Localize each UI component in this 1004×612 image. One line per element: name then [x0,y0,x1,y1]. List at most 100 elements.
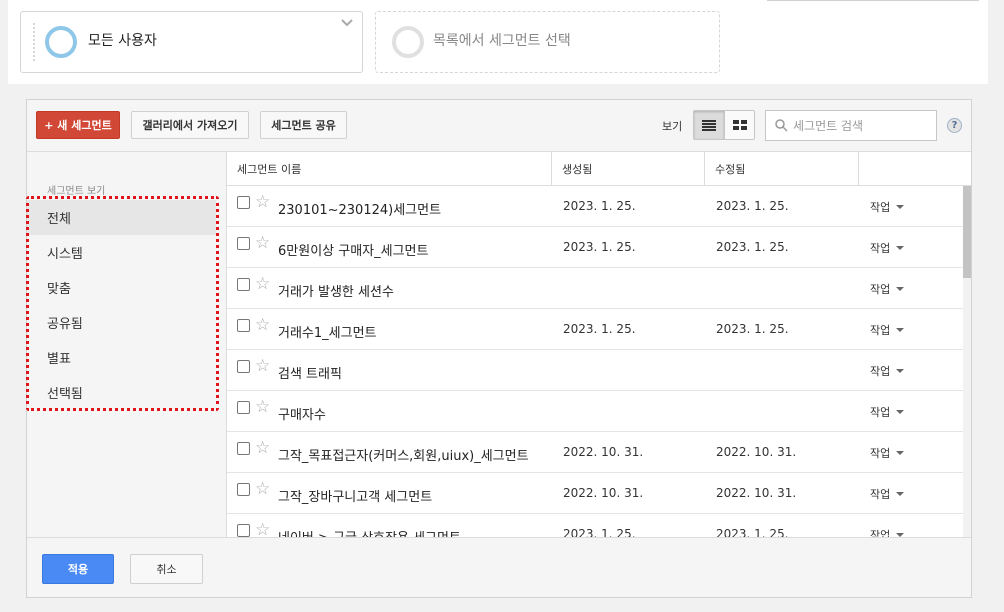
search-input[interactable] [793,118,923,133]
actions-menu[interactable]: 작업 [870,281,905,297]
table-row: ☆ 네이버 > 구글 상호작용 세그먼트 2023. 1. 25. 2023. … [227,514,963,537]
column-header-name[interactable]: 세그먼트 이름 [227,152,552,185]
row-checkbox[interactable] [237,237,250,250]
new-segment-button[interactable]: + 새 세그먼트 [36,111,120,139]
segment-ring-icon [45,26,77,58]
modified-date: 2023. 1. 25. [716,527,789,537]
scrollbar-thumb[interactable] [963,186,971,278]
caret-down-icon [896,246,905,250]
star-icon[interactable]: ☆ [255,317,270,334]
actions-menu[interactable]: 작업 [870,445,905,461]
actions-menu[interactable]: 작업 [870,363,905,379]
actions-menu[interactable]: 작업 [870,240,905,256]
import-gallery-button[interactable]: 갤러리에서 가져오기 [131,111,249,139]
star-icon[interactable]: ☆ [255,276,270,293]
table-scrollbar[interactable] [963,186,971,537]
empty-ring-icon [392,26,424,58]
modified-date: 2023. 1. 25. [716,240,789,254]
table-row: ☆ 그작_장바구니고객 세그먼트 2022. 10. 31. 2022. 10.… [227,473,963,514]
sidebar-item-starred[interactable]: 별표 [27,340,216,375]
segment-name[interactable]: 검색 트래픽 [278,363,342,382]
star-icon[interactable]: ☆ [255,194,270,211]
share-segments-button[interactable]: 세그먼트 공유 [260,111,347,139]
star-icon[interactable]: ☆ [255,481,270,498]
created-date: 2023. 1. 25. [563,240,636,254]
toolbar: + 새 세그먼트 갤러리에서 가져오기 세그먼트 공유 보기 세그먼트 검색 ? [27,100,971,152]
sidebar-heading: 세그먼트 보기 [47,186,106,197]
sidebar-item-selected[interactable]: 선택됨 [27,375,216,410]
actions-menu[interactable]: 작업 [870,322,905,338]
actions-menu[interactable]: 작업 [870,404,905,420]
row-checkbox[interactable] [237,196,250,209]
drag-handle[interactable] [32,22,36,62]
segment-table: 세그먼트 이름 생성됨 수정됨 ☆ 230101~230124)세그먼트 202… [227,152,971,537]
modified-date: 2023. 1. 25. [716,322,789,336]
row-checkbox[interactable] [237,442,250,455]
actions-label: 작업 [870,529,891,537]
modified-date: 2022. 10. 31. [716,486,797,500]
segment-search[interactable] [765,110,937,141]
caret-down-icon [896,451,905,455]
panel-footer: 적용 취소 [27,537,971,597]
help-icon[interactable]: ? [947,118,962,133]
star-icon[interactable]: ☆ [255,399,270,416]
caret-down-icon [896,328,905,332]
actions-label: 작업 [870,488,891,501]
actions-menu[interactable]: 작업 [870,527,905,537]
table-row: ☆ 구매자수 작업 [227,391,963,432]
row-checkbox[interactable] [237,524,250,537]
created-date: 2023. 1. 25. [563,199,636,213]
segment-picker-bar: 모든 사용자 목록에서 세그먼트 선택 [8,0,988,84]
table-row: ☆ 검색 트래픽 작업 [227,350,963,391]
caret-down-icon [896,410,905,414]
segment-name[interactable]: 6만원이상 구매자_세그먼트 [278,240,428,259]
star-icon[interactable]: ☆ [255,358,270,375]
row-checkbox[interactable] [237,483,250,496]
empty-segment-label: 목록에서 세그먼트 선택 [433,33,571,49]
row-checkbox[interactable] [237,278,250,291]
sidebar-item-all[interactable]: 전체 [27,200,216,235]
actions-menu[interactable]: 작업 [870,199,905,215]
modified-date: 2022. 10. 31. [716,445,797,459]
caret-down-icon [896,287,905,291]
cancel-button[interactable]: 취소 [130,554,203,584]
grid-view-button[interactable] [724,111,754,139]
sidebar-item-shared[interactable]: 공유됨 [27,305,216,340]
caret-down-icon [896,492,905,496]
grid-view-icon [732,119,747,130]
segment-filter-sidebar: 세그먼트 보기 전체 시스템 맞춤 공유됨 별표 선택됨 [26,152,227,537]
star-icon[interactable]: ☆ [255,522,270,538]
modified-date: 2023. 1. 25. [716,199,789,213]
table-row: ☆ 거래수1_세그먼트 2023. 1. 25. 2023. 1. 25. 작업 [227,309,963,350]
row-checkbox[interactable] [237,401,250,414]
column-header-modified[interactable]: 수정됨 [705,152,859,185]
row-checkbox[interactable] [237,319,250,332]
list-view-button[interactable] [694,111,724,139]
star-icon[interactable]: ☆ [255,440,270,457]
chevron-down-icon[interactable] [340,18,354,28]
table-row: ☆ 그작_목표접근자(커머스,회원,uiux)_세그먼트 2022. 10. 3… [227,432,963,473]
actions-menu[interactable]: 작업 [870,486,905,502]
segment-name[interactable]: 그작_목표접근자(커머스,회원,uiux)_세그먼트 [278,445,529,464]
row-checkbox[interactable] [237,360,250,373]
current-segment-name: 모든 사용자 [88,33,157,49]
top-divider [767,0,979,1]
apply-button[interactable]: 적용 [42,554,114,584]
segment-name[interactable]: 그작_장바구니고객 세그먼트 [278,486,432,505]
segment-name[interactable]: 네이버 > 구글 상호작용 세그먼트 [278,527,461,537]
actions-label: 작업 [870,324,891,337]
segment-name[interactable]: 구매자수 [278,404,326,423]
column-header-created[interactable]: 생성됨 [552,152,705,185]
sidebar-item-system[interactable]: 시스템 [27,235,216,270]
star-icon[interactable]: ☆ [255,235,270,252]
segment-name[interactable]: 거래수1_세그먼트 [278,322,377,341]
view-toggle [693,110,755,140]
segment-name[interactable]: 230101~230124)세그먼트 [278,199,441,218]
search-icon [775,119,788,132]
sidebar-item-custom[interactable]: 맞춤 [27,270,216,305]
table-row: ☆ 거래가 발생한 세션수 작업 [227,268,963,309]
segment-name[interactable]: 거래가 발생한 세션수 [278,281,394,300]
current-segment-slot[interactable]: 모든 사용자 [20,11,363,73]
empty-segment-slot[interactable]: 목록에서 세그먼트 선택 [375,11,720,73]
list-view-icon [702,119,716,131]
